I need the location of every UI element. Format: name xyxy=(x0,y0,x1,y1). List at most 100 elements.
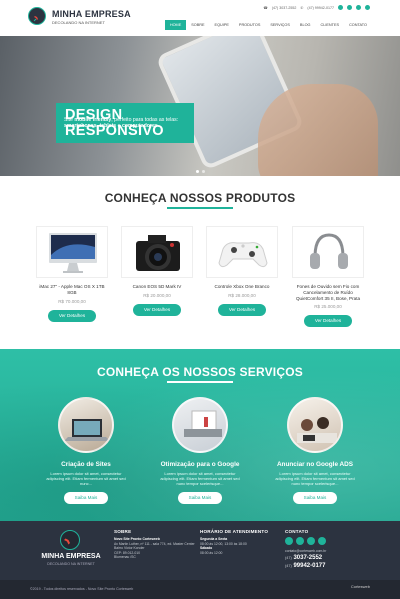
developer-credit[interactable]: Cortesweb xyxy=(351,584,370,590)
product-price: R$ 25.000,00 xyxy=(314,304,342,310)
hand-image xyxy=(258,84,378,176)
hero-desc-bold-2: smartphones, tablets xyxy=(64,123,117,130)
site-footer: MINHA EMPRESA DECOLANDO NA INTERNET SOBR… xyxy=(0,521,400,580)
footer-about-column: SOBRE Novo Site Pronto Cortesweb Av Mart… xyxy=(114,529,196,560)
product-image-imac[interactable] xyxy=(36,226,108,278)
product-name[interactable]: Fones de Ouvido sem Fio com Cancelamento… xyxy=(292,284,364,301)
services-title-underline xyxy=(167,381,233,383)
services-section-title: CONHEÇA OS NOSSOS SERVIÇOS xyxy=(97,365,303,379)
service-more-button[interactable]: Saiba Mais xyxy=(64,492,108,504)
footer-phone-1-prefix: (47) xyxy=(285,555,292,560)
nav-produtos[interactable]: PRODUTOS xyxy=(234,20,265,30)
product-details-button[interactable]: Ver Detalhes xyxy=(133,303,181,316)
service-text: Lorem ipsum dolor sit amet, consectetur … xyxy=(275,471,355,486)
product-image-controller[interactable] xyxy=(206,226,278,278)
service-image-seo[interactable] xyxy=(172,397,228,453)
footer-about-title: SOBRE xyxy=(114,529,132,534)
hero-desc-bold-1: mobile friendly xyxy=(74,117,112,123)
product-image-headphones[interactable] xyxy=(292,226,364,278)
footer-phone-1-number: 3037-2552 xyxy=(293,554,323,561)
facebook-icon[interactable] xyxy=(338,5,343,10)
hero-banner: DESIGN RESPONSIVO xyxy=(0,36,400,176)
brand-name[interactable]: MINHA EMPRESA xyxy=(52,9,131,19)
product-price: R$ 20.000,00 xyxy=(143,292,171,298)
products-section-title: CONHEÇA NOSSOS PRODUTOS xyxy=(104,191,296,205)
service-text: Lorem ipsum dolor sit amet, consectetur … xyxy=(46,471,126,486)
phone-icon: ☎ xyxy=(263,5,268,10)
instagram-icon[interactable] xyxy=(347,5,352,10)
service-card: Criação de Sites Lorem ipsum dolor sit a… xyxy=(41,397,131,504)
service-text: Lorem ipsum dolor sit amet, consectetur … xyxy=(160,471,240,486)
product-card: Controle Xbox One Branco R$ 28.000,00 Ve… xyxy=(206,226,278,316)
footer-social-icons xyxy=(285,537,375,545)
footer-phone-2-prefix: (47) xyxy=(285,563,292,568)
linkedin-icon[interactable] xyxy=(356,5,361,10)
product-price: R$ 28.000,00 xyxy=(228,292,256,298)
hero-desc-text-2: , perfeito para todas as telas: xyxy=(111,117,179,123)
hero-desc-bold-3: computadores xyxy=(121,123,158,130)
nav-equipe[interactable]: EQUIPE xyxy=(210,20,234,30)
product-price: R$ 70.000,00 xyxy=(58,298,86,304)
linkedin-icon[interactable] xyxy=(307,537,315,545)
product-card: iMac 27" - Apple Mac OS X 1TB 8GB R$ 70.… xyxy=(36,226,108,322)
product-image-camera[interactable] xyxy=(121,226,193,278)
service-more-button[interactable]: Saiba Mais xyxy=(293,492,337,504)
facebook-icon[interactable] xyxy=(285,537,293,545)
footer-hours-time-2: 08:00 às 12:00 xyxy=(200,550,223,555)
slider-dot-2[interactable] xyxy=(202,170,205,173)
nav-sobre[interactable]: SOBRE xyxy=(186,20,209,30)
footer-brand-tagline: DECOLANDO NA INTERNET xyxy=(47,562,95,566)
nav-blog[interactable]: BLOG xyxy=(295,20,316,30)
service-image-sites[interactable] xyxy=(58,397,114,453)
instagram-icon[interactable] xyxy=(296,537,304,545)
twitter-icon[interactable] xyxy=(365,5,370,10)
footer-phone-1[interactable]: (47) 3037-2552 xyxy=(285,554,375,562)
service-more-button[interactable]: Saiba Mais xyxy=(178,492,222,504)
twitter-icon[interactable] xyxy=(318,537,326,545)
brand-tagline: DECOLANDO NA INTERNET xyxy=(52,20,105,25)
whatsapp-icon: ✆ xyxy=(300,5,304,10)
service-image-ads[interactable] xyxy=(287,397,343,453)
footer-phone-2-number: 99942-0177 xyxy=(293,562,326,569)
footer-brand-name: MINHA EMPRESA xyxy=(41,553,101,560)
service-card: Otimização para o Google Lorem ipsum dol… xyxy=(155,397,245,504)
footer-rocket-logo-icon[interactable] xyxy=(60,530,80,550)
product-details-button[interactable]: Ver Detalhes xyxy=(218,303,266,316)
product-details-button[interactable]: Ver Detalhes xyxy=(48,309,96,322)
copyright-bar: ©2019 - Todos direitos reservados - Novo… xyxy=(0,580,400,599)
slider-dots xyxy=(196,170,205,173)
footer-about-line: Blumenau /SC xyxy=(114,555,136,560)
product-details-button[interactable]: Ver Detalhes xyxy=(304,315,352,328)
slider-dot-1[interactable] xyxy=(196,170,199,173)
product-name[interactable]: Canon EOS 5D Mark IV xyxy=(121,284,193,290)
product-card: Fones de Ouvido sem Fio com Cancelamento… xyxy=(292,226,364,328)
services-section: CONHEÇA OS NOSSOS SERVIÇOS Criação de Si… xyxy=(0,349,400,521)
page: MINHA EMPRESA DECOLANDO NA INTERNET ☎ (4… xyxy=(0,0,400,599)
product-card: Canon EOS 5D Mark IV R$ 20.000,00 Ver De… xyxy=(121,226,193,316)
footer-hours-title: HORÁRIO DE ATENDIMENTO xyxy=(200,529,269,534)
nav-servicos[interactable]: SERVIÇOS xyxy=(265,20,295,30)
footer-contact-title: CONTATO xyxy=(285,529,309,534)
header-phone-2: (47) 99942-0177 xyxy=(307,5,334,10)
top-contact-bar: ☎ (47) 3037-2552 ✆ (47) 99942-0177 xyxy=(263,5,370,10)
hero-desc-text-1: Site xyxy=(64,117,75,123)
main-nav: HOME SOBRE EQUIPE PRODUTOS SERVIÇOS BLOG… xyxy=(164,20,372,30)
service-card: Anunciar no Google ADS Lorem ipsum dolor… xyxy=(270,397,360,504)
service-name: Otimização para o Google xyxy=(160,461,240,468)
products-title-underline xyxy=(167,207,233,209)
site-header: MINHA EMPRESA DECOLANDO NA INTERNET ☎ (4… xyxy=(0,0,400,36)
nav-home[interactable]: HOME xyxy=(164,20,187,30)
nav-contato[interactable]: CONTATO xyxy=(344,20,372,30)
footer-phone-2[interactable]: (47) 99942-0177 xyxy=(285,562,375,570)
copyright-text: ©2019 - Todos direitos reservados - Novo… xyxy=(30,587,134,591)
footer-contact-column: CONTATO contato@cortesweb.com.br (47) 30… xyxy=(285,529,375,570)
service-name: Criação de Sites xyxy=(61,461,111,468)
nav-clientes[interactable]: CLIENTES xyxy=(315,20,344,30)
hero-desc-text-4: . xyxy=(157,123,160,130)
footer-hours-column: HORÁRIO DE ATENDIMENTO Segunda a Sexta 0… xyxy=(200,529,280,555)
product-name[interactable]: iMac 27" - Apple Mac OS X 1TB 8GB xyxy=(36,284,108,296)
hero-description: Site mobile friendly, perfeito para toda… xyxy=(64,117,184,130)
header-phone-1: (47) 3037-2552 xyxy=(271,5,297,10)
product-name[interactable]: Controle Xbox One Branco xyxy=(206,284,278,290)
rocket-logo-icon[interactable] xyxy=(28,7,46,25)
